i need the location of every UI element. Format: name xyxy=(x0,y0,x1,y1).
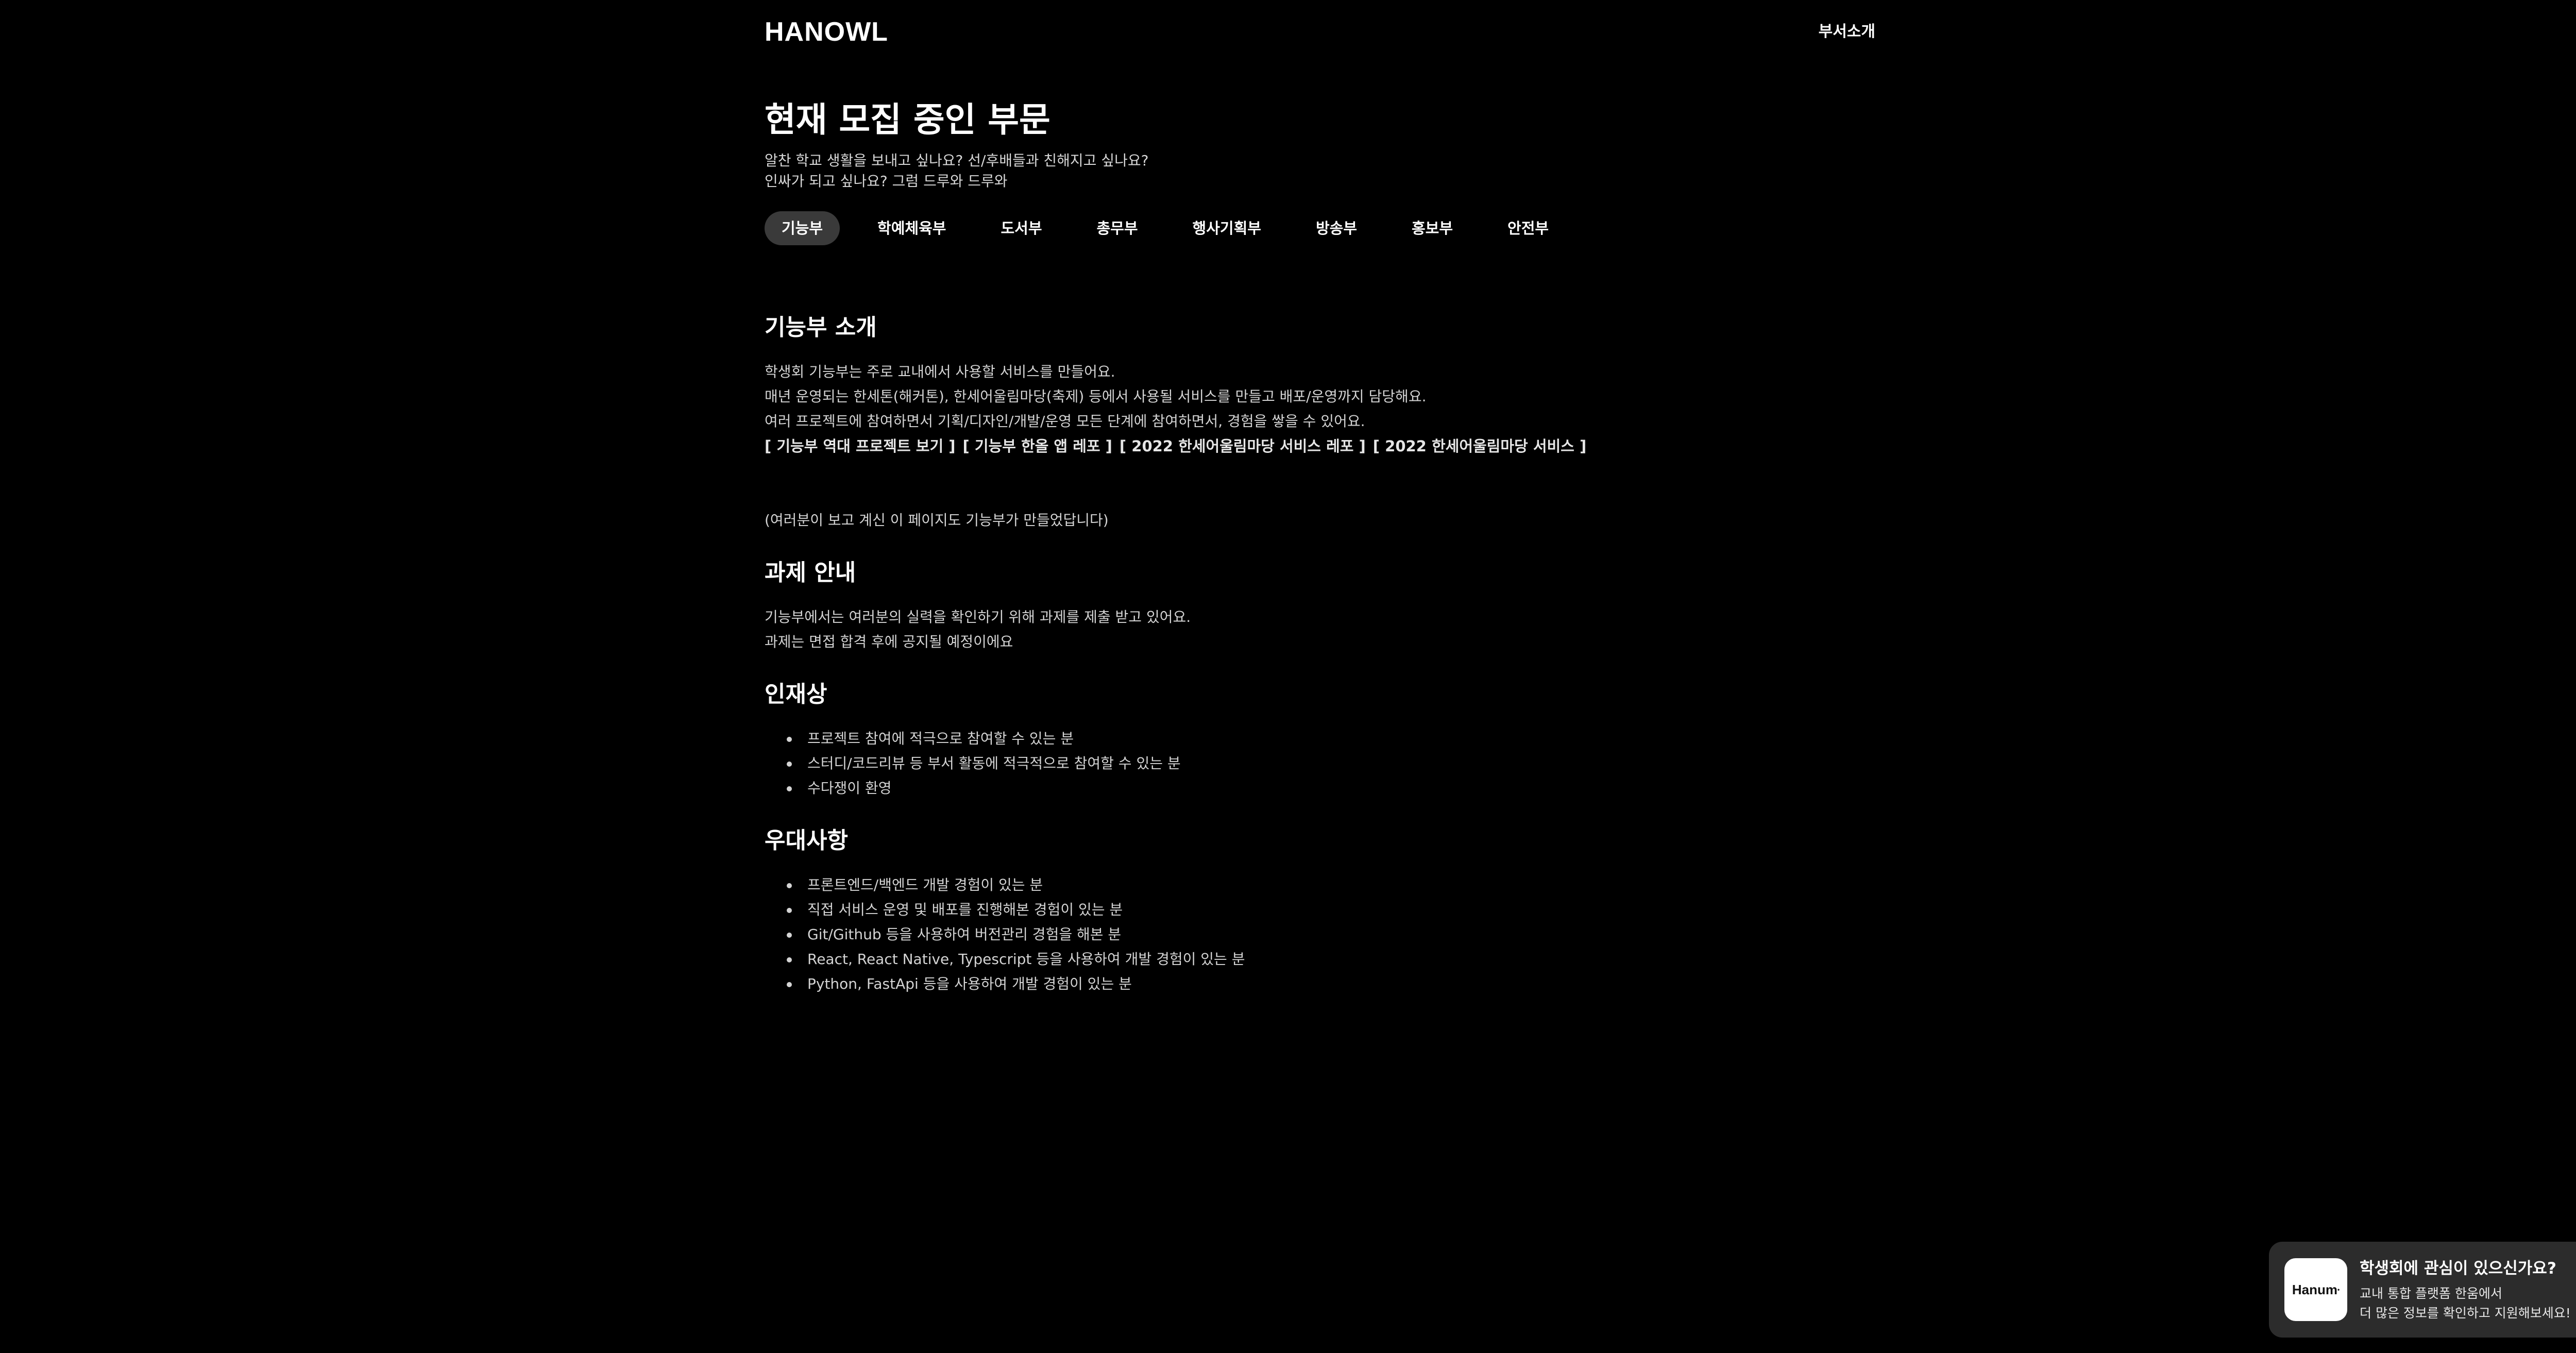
link-past-projects[interactable]: [ 기능부 역대 프로젝트 보기 ] xyxy=(765,434,955,459)
tab-broadcasting[interactable]: 방송부 xyxy=(1299,211,1374,245)
hanum-logo-text: Hanum xyxy=(2292,1281,2337,1297)
page-subtitle: 알찬 학교 생활을 보내고 싶나요? 선/후배들과 친해지고 싶나요? 인싸가 … xyxy=(765,150,1148,192)
preference-list: 프론트엔드/백엔드 개발 경험이 있는 분 직접 서비스 운영 및 배포를 진행… xyxy=(765,873,1245,996)
link-festival-service-repo[interactable]: [ 2022 한세어울림마당 서비스 레포 ] xyxy=(1120,434,1366,459)
list-item: Python, FastApi 등을 사용하여 개발 경험이 있는 분 xyxy=(765,972,1245,996)
tab-arts-sports[interactable]: 학예체육부 xyxy=(860,211,963,245)
intro-links: [ 기능부 역대 프로젝트 보기 ] [ 기능부 한올 앱 레포 ] [ 202… xyxy=(765,434,1586,459)
list-item: 프로젝트 참여에 적극으로 참여할 수 있는 분 xyxy=(765,726,1181,751)
subtitle-line: 인싸가 되고 싶나요? 그럼 드루와 드루와 xyxy=(765,173,1008,190)
promo-title: 학생회에 관심이 있으신가요? xyxy=(2360,1259,2556,1278)
department-tabs: 기능부 학예체육부 도서부 총무부 행사기획부 방송부 홍보부 안전부 xyxy=(765,211,1566,245)
link-hanowl-app-repo[interactable]: [ 기능부 한올 앱 레포 ] xyxy=(962,434,1112,459)
page-title: 현재 모집 중인 부문 xyxy=(765,100,1050,140)
tab-safety[interactable]: 안전부 xyxy=(1490,211,1566,245)
link-festival-service[interactable]: [ 2022 한세어울림마당 서비스 ] xyxy=(1373,434,1586,459)
intro-line: 학생회 기능부는 주로 교내에서 사용할 서비스를 만들어요. xyxy=(765,363,1115,380)
intro-line: 매년 운영되는 한세톤(해커톤), 한세어울림마당(축제) 등에서 사용될 서비… xyxy=(765,388,1427,405)
tab-tech[interactable]: 기능부 xyxy=(765,211,840,245)
tab-event-planning[interactable]: 행사기획부 xyxy=(1176,211,1278,245)
assignment-line: 기능부에서는 여러분의 실력을 확인하기 위해 과제를 제출 받고 있어요. xyxy=(765,608,1191,625)
promo-line: 더 많은 정보를 확인하고 지원해보세요! xyxy=(2360,1306,2571,1321)
site-logo[interactable]: HANOWL xyxy=(765,15,888,48)
list-item: 프론트엔드/백엔드 개발 경험이 있는 분 xyxy=(765,873,1245,898)
subtitle-line: 알찬 학교 생활을 보내고 싶나요? 선/후배들과 친해지고 싶나요? xyxy=(765,152,1149,169)
list-item: Git/Github 등을 사용하여 버전관리 경험을 해본 분 xyxy=(765,922,1245,947)
promo-card[interactable]: Hanum • 학생회에 관심이 있으신가요? 교내 통합 플랫폼 한움에서 더 … xyxy=(2269,1242,2576,1338)
tab-public-relations[interactable]: 홍보부 xyxy=(1395,211,1470,245)
tab-general-affairs[interactable]: 총무부 xyxy=(1080,211,1155,245)
tab-library[interactable]: 도서부 xyxy=(984,211,1059,245)
promo-line: 교내 통합 플랫폼 한움에서 xyxy=(2360,1286,2502,1301)
preference-title: 우대사항 xyxy=(765,827,848,854)
hanum-logo: Hanum • xyxy=(2284,1258,2347,1321)
intro-description: 학생회 기능부는 주로 교내에서 사용할 서비스를 만들어요. 매년 운영되는 … xyxy=(765,360,1426,434)
nav-link-departments[interactable]: 부서소개 xyxy=(1819,15,1875,48)
assignment-line: 과제는 면접 합격 후에 공지될 예정이에요 xyxy=(765,633,1013,650)
list-item: React, React Native, Typescript 등을 사용하여 … xyxy=(765,947,1245,972)
list-item: 스터디/코드리뷰 등 부서 활동에 적극적으로 참여할 수 있는 분 xyxy=(765,751,1181,776)
list-item: 수다쟁이 환영 xyxy=(765,776,1181,801)
top-bar: HANOWL 부서소개 xyxy=(765,15,1875,48)
list-item: 직접 서비스 운영 및 배포를 진행해본 경험이 있는 분 xyxy=(765,898,1245,922)
assignment-description: 기능부에서는 여러분의 실력을 확인하기 위해 과제를 제출 받고 있어요. 과… xyxy=(765,605,1191,654)
intro-note: (여러분이 보고 계신 이 페이지도 기능부가 만들었답니다) xyxy=(765,512,1109,529)
promo-description: 교내 통합 플랫폼 한움에서 더 많은 정보를 확인하고 지원해보세요! xyxy=(2360,1284,2571,1323)
talent-list: 프로젝트 참여에 적극으로 참여할 수 있는 분 스터디/코드리뷰 등 부서 활… xyxy=(765,726,1181,801)
intro-line: 여러 프로젝트에 참여하면서 기획/디자인/개발/운영 모든 단계에 참여하면서… xyxy=(765,413,1365,430)
assignment-title: 과제 안내 xyxy=(765,560,856,586)
talent-title: 인재상 xyxy=(765,681,827,707)
intro-title: 기능부 소개 xyxy=(765,314,877,341)
